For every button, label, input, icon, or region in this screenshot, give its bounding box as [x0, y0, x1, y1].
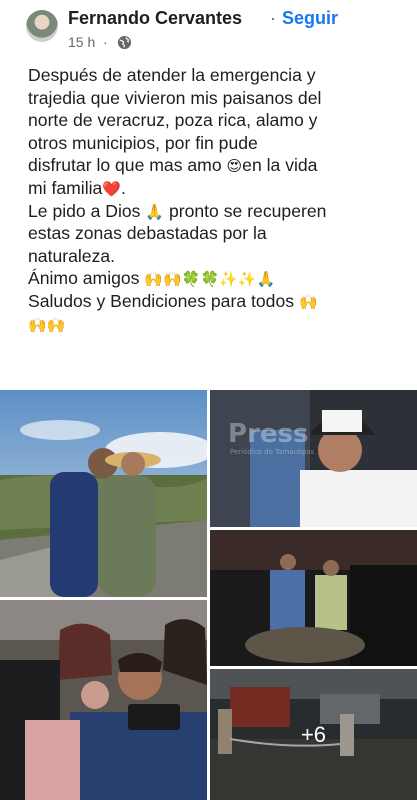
pray-emoji: 🙏: [145, 203, 165, 221]
raised-hands-emoji: 🙌: [144, 271, 164, 289]
raised-hands-emoji: 🙌: [163, 271, 182, 289]
post-line: naturaleza.: [28, 245, 116, 266]
post-line: mi familia❤️.: [28, 177, 126, 198]
post-line: disfrutar lo que mas amo 😍en la vida: [28, 154, 398, 177]
post-line-text: en la vida: [242, 155, 318, 176]
post-line: norte de veracruz, poza rica, alamo y: [28, 110, 318, 131]
post-line: Ánimo amigos 🙌🙌🍀🍀✨✨🙏: [28, 267, 398, 290]
post-line-text: Le pido a Dios: [28, 200, 141, 221]
photo-night-street[interactable]: [210, 530, 417, 666]
post-line: Después de atender la emergencia y: [28, 65, 316, 85]
clover-emoji: 🍀: [181, 271, 201, 289]
raised-hands-emoji: 🙌: [298, 293, 318, 311]
watermark-subtext: Periódico de Tamaulipas: [230, 448, 315, 456]
post-line-text: disfrutar lo que mas amo: [28, 155, 222, 176]
time-separator: ·: [103, 34, 108, 50]
post-line: 🙌🙌: [28, 313, 398, 336]
author-name[interactable]: Fernando Cervantes: [68, 8, 242, 29]
post-line: Saludos y Bendiciones para todos 🙌: [28, 290, 398, 313]
photo-more[interactable]: +6: [210, 669, 417, 800]
pray-emoji: 🙏: [256, 271, 276, 289]
separator-dot: ·: [270, 8, 276, 28]
photo-family-selfie[interactable]: [0, 600, 207, 800]
post-time[interactable]: 15 h: [68, 34, 95, 50]
post-header: Fernando Cervantes · Seguir 15 h ·: [0, 0, 417, 58]
post-line-text: pronto se recuperen: [168, 200, 327, 221]
heart-eyes-emoji: 😍: [226, 158, 243, 176]
raised-hands-emoji: 🙌: [28, 316, 47, 334]
post-line-text: Ánimo amigos: [28, 268, 140, 289]
watermark-text: Press: [228, 419, 308, 449]
raised-hands-emoji: 🙌: [46, 316, 66, 334]
sparkles-emoji: ✨: [219, 271, 238, 289]
photo-grid: Press Periódico de Tamaulipas +6: [0, 390, 417, 800]
post-line-text: Saludos y Bendiciones para todos: [28, 290, 295, 311]
author-avatar[interactable]: [26, 10, 58, 42]
post-line-text: mi familia: [28, 177, 103, 198]
post-line: trajedia que vivieron mis paisanos del: [28, 87, 322, 108]
clover-emoji: 🍀: [200, 271, 220, 289]
photo-family-landscape[interactable]: [0, 390, 207, 597]
post-line: Le pido a Dios 🙏 pronto se recuperen: [28, 200, 398, 223]
globe-icon: [117, 35, 132, 50]
follow-button[interactable]: Seguir: [282, 8, 338, 29]
more-photos-count[interactable]: +6: [210, 669, 417, 800]
photo-man-cap[interactable]: Press Periódico de Tamaulipas: [210, 390, 417, 527]
sparkles-emoji: ✨: [237, 271, 257, 289]
post-line: estas zonas debastadas por la: [28, 223, 267, 244]
post-line: otros municipios, por fin pude: [28, 132, 258, 153]
post-text: Después de atender la emergencia y traje…: [28, 64, 398, 335]
heart-emoji: ❤️: [102, 180, 121, 198]
